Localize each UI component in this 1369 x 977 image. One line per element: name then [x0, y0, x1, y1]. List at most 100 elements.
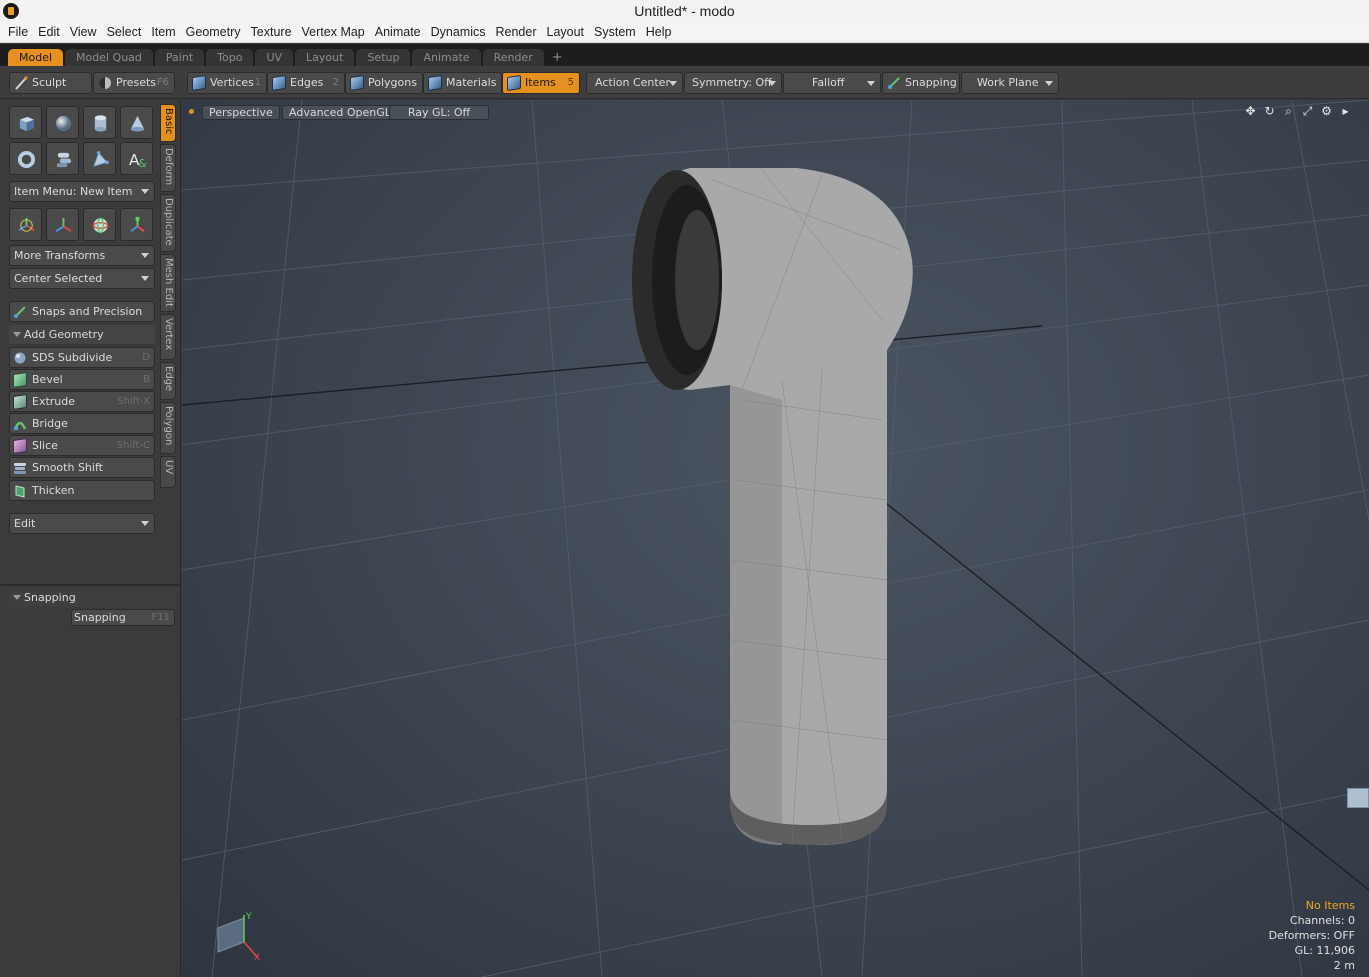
add-layout-tab-button[interactable]: +: [546, 49, 563, 66]
sphere-primitive-button[interactable]: [46, 106, 79, 139]
smooth-shift-button[interactable]: Smooth Shift: [9, 457, 155, 478]
menu-select[interactable]: Select: [103, 25, 146, 39]
work-plane-label: Work Plane: [977, 76, 1039, 89]
snapping-toggle-button[interactable]: Snapping: [882, 72, 960, 94]
ray-gl-button[interactable]: Ray GL: Off: [389, 105, 489, 120]
menu-vertex-map[interactable]: Vertex Map: [298, 25, 369, 39]
symmetry-dropdown[interactable]: Symmetry: Off: [684, 72, 782, 94]
vtab-deform[interactable]: Deform: [160, 144, 176, 192]
tab-model-quad[interactable]: Model Quad: [65, 49, 153, 66]
tool-panel: A & Item Menu: New Item More Transforms C…: [0, 100, 181, 977]
torus-primitive-button[interactable]: [9, 142, 42, 175]
menu-edit[interactable]: Edit: [34, 25, 64, 39]
bevel-button[interactable]: Bevel B: [9, 369, 155, 390]
chevron-down-icon: [669, 81, 677, 86]
rotate-button[interactable]: [83, 208, 116, 241]
capsule-primitive-button[interactable]: [46, 142, 79, 175]
vertices-cube-icon: [192, 75, 206, 91]
menu-texture[interactable]: Texture: [247, 25, 296, 39]
pen-tool-button[interactable]: [83, 142, 116, 175]
tab-paint[interactable]: Paint: [154, 49, 205, 66]
chevron-right-icon[interactable]: ▸: [1336, 104, 1355, 120]
tool-shortcut: Shift-X: [117, 396, 150, 407]
snaps-precision-button[interactable]: Snaps and Precision: [9, 301, 155, 322]
more-transforms-dropdown[interactable]: More Transforms: [9, 245, 155, 266]
vtab-edge[interactable]: Edge: [160, 362, 176, 400]
maximize-icon[interactable]: ⤢: [1298, 104, 1317, 120]
menu-help[interactable]: Help: [642, 25, 676, 39]
presets-label: Presets: [116, 76, 157, 89]
vtab-vertex[interactable]: Vertex: [160, 314, 176, 360]
action-center-dropdown[interactable]: Action Center: [586, 72, 683, 94]
pan-icon[interactable]: ✥: [1241, 104, 1260, 120]
tab-animate[interactable]: Animate: [412, 49, 481, 66]
tab-topo[interactable]: Topo: [206, 49, 254, 66]
menu-file[interactable]: File: [4, 25, 32, 39]
cylinder-primitive-button[interactable]: [83, 106, 116, 139]
menu-system[interactable]: System: [590, 25, 640, 39]
falloff-dropdown[interactable]: Falloff: [783, 72, 881, 94]
tab-render[interactable]: Render: [482, 49, 544, 66]
slice-button[interactable]: Slice Shift-C: [9, 435, 155, 456]
extrude-button[interactable]: Extrude Shift-X: [9, 391, 155, 412]
sds-subdivide-button[interactable]: SDS Subdivide D: [9, 347, 155, 368]
presets-button[interactable]: Presets F6: [93, 72, 175, 94]
tab-model[interactable]: Model: [8, 49, 64, 66]
menu-geometry[interactable]: Geometry: [182, 25, 245, 39]
scale-button[interactable]: [120, 208, 153, 241]
vtab-duplicate[interactable]: Duplicate: [160, 194, 176, 252]
viewport-nav-icons: ✥ ↻ ⌕ ⤢ ⚙ ▸: [1241, 104, 1355, 120]
items-mode-button[interactable]: Items 5: [502, 72, 580, 94]
materials-mode-button[interactable]: Materials: [423, 72, 502, 94]
work-plane-dropdown[interactable]: Work Plane: [961, 72, 1059, 94]
vtab-label: Mesh Edit: [163, 258, 174, 307]
move-button[interactable]: [46, 208, 79, 241]
channels-status: Channels: 0: [1289, 914, 1355, 927]
menu-render[interactable]: Render: [492, 25, 541, 39]
vtab-uv[interactable]: UV: [160, 456, 176, 488]
perspective-view-button[interactable]: Perspective: [202, 105, 280, 120]
polygons-mode-button[interactable]: Polygons: [345, 72, 423, 94]
presets-shortcut: F6: [156, 77, 169, 88]
tab-setup[interactable]: Setup: [356, 49, 411, 66]
axis-x-label: X: [254, 953, 260, 963]
vtab-polygon[interactable]: Polygon: [160, 402, 176, 454]
sculpt-button[interactable]: Sculpt: [9, 72, 92, 94]
menu-view[interactable]: View: [66, 25, 101, 39]
tool-label: Bevel: [32, 373, 63, 386]
cone-primitive-button[interactable]: [120, 106, 153, 139]
vtab-basic[interactable]: Basic: [160, 104, 176, 142]
edit-dropdown[interactable]: Edit: [9, 513, 155, 534]
snapping-section-header[interactable]: Snapping: [9, 588, 175, 607]
transform-button[interactable]: [9, 208, 42, 241]
cube-primitive-button[interactable]: [9, 106, 42, 139]
edges-mode-button[interactable]: Edges 2: [267, 72, 345, 94]
menu-dynamics[interactable]: Dynamics: [427, 25, 490, 39]
gear-icon[interactable]: ⚙: [1317, 104, 1336, 120]
bridge-button[interactable]: Bridge: [9, 413, 155, 434]
side-panel-handle[interactable]: [1347, 788, 1369, 808]
chevron-down-icon: [141, 521, 149, 526]
zoom-icon[interactable]: ⌕: [1279, 104, 1298, 120]
polygons-label: Polygons: [368, 76, 417, 89]
snapping-panel-button[interactable]: Snapping F11: [71, 609, 175, 626]
orbit-icon[interactable]: ↻: [1260, 104, 1279, 120]
vtab-label: Vertex: [163, 318, 174, 351]
menu-animate[interactable]: Animate: [371, 25, 425, 39]
thicken-button[interactable]: Thicken: [9, 480, 155, 501]
menu-layout[interactable]: Layout: [543, 25, 589, 39]
item-menu-dropdown[interactable]: Item Menu: New Item: [9, 181, 155, 202]
tab-layout[interactable]: Layout: [295, 49, 355, 66]
center-selected-dropdown[interactable]: Center Selected: [9, 268, 155, 289]
viewport-options-dot-icon[interactable]: [189, 109, 194, 114]
vertices-shortcut: 1: [254, 77, 261, 88]
text-tool-button[interactable]: A &: [120, 142, 153, 175]
advanced-opengl-button[interactable]: Advanced OpenGL: [282, 105, 398, 120]
mesh-object[interactable]: [632, 168, 913, 846]
vtab-mesh-edit[interactable]: Mesh Edit: [160, 254, 176, 312]
menu-item[interactable]: Item: [147, 25, 179, 39]
add-geometry-section-header[interactable]: Add Geometry: [9, 325, 155, 344]
3d-viewport[interactable]: Y X Perspective Advanced OpenGL Ray GL: …: [182, 100, 1369, 977]
tab-uv[interactable]: UV: [255, 49, 294, 66]
vertices-mode-button[interactable]: Vertices 1: [187, 72, 267, 94]
